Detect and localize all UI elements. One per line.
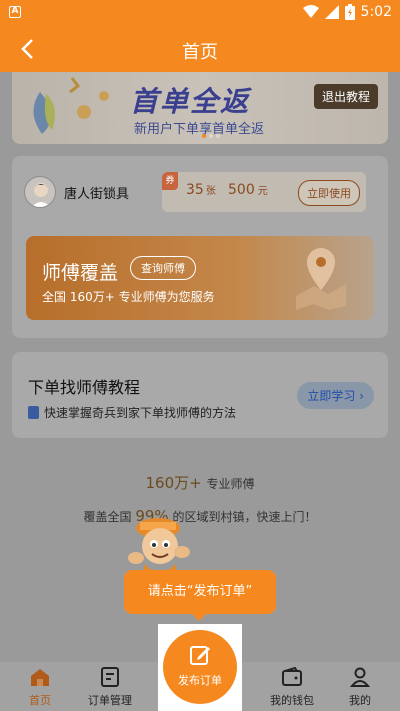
publish-hint-tooltip: 请点击“发布订单”: [124, 570, 276, 621]
tab-wallet-label: 我的钱包: [270, 694, 314, 707]
coupon-amount: 500 元: [228, 182, 268, 198]
publish-order-button[interactable]: 发布订单: [163, 630, 237, 704]
home-icon: [31, 669, 49, 686]
coupon-tag: 券: [162, 172, 178, 190]
tab-home-label: 首页: [29, 694, 51, 707]
tab-home[interactable]: 首页: [10, 662, 70, 711]
notification-icon: A: [9, 6, 21, 18]
query-master-button[interactable]: 查询师傅: [130, 256, 196, 280]
tutorial-heading: 下单找师傅教程: [28, 378, 141, 397]
person-icon: [349, 667, 371, 687]
exit-tutorial-button[interactable]: 退出教程: [313, 84, 378, 109]
tab-profile-label: 我的: [349, 694, 371, 707]
store-name: 唐人街锁具: [64, 186, 130, 202]
master-count-line: 160万+ 专业师傅: [0, 472, 400, 493]
clock: 5:02: [360, 4, 392, 20]
map-pin-icon: [296, 248, 346, 310]
store-card: 唐人街锁具 券 35 张 500 元 立即使用 师傅覆盖 查询师傅 全国 160万+…: [12, 156, 388, 338]
tab-orders-label: 订单管理: [88, 694, 132, 707]
master-coverage-card[interactable]: 师傅覆盖 查询师傅 全国 160万+ 专业师傅为您服务: [26, 236, 374, 320]
tutorial-card[interactable]: 下单找师傅教程 快速掌握奇兵到家下单找师傅的方法 立即学习 ›: [12, 352, 388, 438]
book-icon: [28, 406, 39, 419]
avatar: [24, 176, 56, 208]
signal-icon: [324, 5, 339, 19]
learn-now-button[interactable]: 立即学习 ›: [297, 382, 374, 409]
system-indicators: 5:02: [302, 4, 392, 20]
wifi-icon: [302, 5, 319, 18]
tab-profile[interactable]: 我的: [330, 662, 390, 711]
tutorial-description: 快速掌握奇兵到家下单找师傅的方法: [44, 406, 237, 420]
status-bar: A 5:02: [0, 0, 400, 26]
edit-icon: [190, 646, 210, 665]
publish-order-label: 发布订单: [178, 674, 222, 687]
use-coupon-button[interactable]: 立即使用: [298, 180, 360, 206]
order-list-icon: [101, 667, 119, 687]
tab-wallet[interactable]: 我的钱包: [262, 662, 322, 711]
banner-subtitle: 新用户下单享首单全返: [134, 122, 265, 137]
page-title: 首页: [182, 42, 218, 63]
banner-decoration-icon: [33, 77, 109, 134]
store-info: 唐人街锁具: [24, 176, 129, 208]
master-heading: 师傅覆盖: [42, 262, 119, 284]
tab-orders[interactable]: 订单管理: [80, 662, 140, 711]
master-count-suffix: 专业师傅: [206, 477, 255, 491]
master-count: 160万+: [145, 474, 202, 492]
master-description: 全国 160万+ 专业师傅为您服务: [42, 290, 215, 304]
coupon-box[interactable]: 券 35 张 500 元 立即使用: [162, 172, 366, 212]
promo-banner[interactable]: 首单全返 新用户下单享首单全返 退出教程: [12, 72, 388, 144]
tutorial-description-row: 快速掌握奇兵到家下单找师傅的方法: [28, 404, 236, 421]
stats-block: 160万+ 专业师傅 覆盖全国 99% 的区域到村镇，快速上门！: [0, 472, 400, 525]
battery-icon: [344, 4, 355, 20]
avatar-person-icon: [31, 183, 51, 207]
banner-title: 首单全返: [130, 85, 251, 118]
wallet-icon: [282, 666, 302, 686]
coverage-line: 覆盖全国 99% 的区域到村镇，快速上门！: [0, 507, 400, 525]
banner-pager: [202, 134, 220, 138]
nav-bar: 首页: [0, 26, 400, 72]
coupon-count: 35 张: [186, 182, 216, 198]
